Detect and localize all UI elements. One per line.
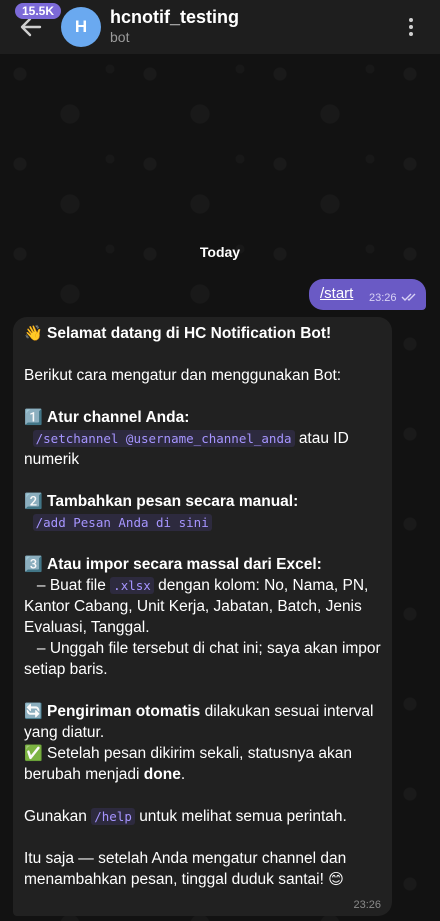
command-link[interactable]: /start xyxy=(320,285,353,302)
done-pre: Setelah pesan dikirim sekali, statusnya … xyxy=(24,745,352,783)
setchannel-command[interactable]: /setchannel @username_channel_anda xyxy=(32,430,295,447)
outro-text: Itu saja — setelah Anda mengatur channel… xyxy=(24,850,347,888)
add-command[interactable]: /add Pesan Anda di sini xyxy=(32,514,212,531)
check-icon: ✅ xyxy=(24,745,43,762)
message-body: 👋 Selamat datang di HC Notification Bot!… xyxy=(24,323,384,890)
bullet1-pre: – Buat file xyxy=(36,577,106,594)
smile-icon: 😊 xyxy=(328,871,344,888)
auto-send-title: Pengiriman otomatis xyxy=(47,703,201,720)
chat-subtitle: bot xyxy=(110,29,130,45)
help-post: untuk melihat semua perintah. xyxy=(139,808,347,825)
message-time: 23:26 xyxy=(353,899,381,911)
done-word: done xyxy=(143,766,181,783)
welcome-title: Selamat datang di HC Notification Bot! xyxy=(47,325,332,342)
keycap-three-icon: 3️⃣ xyxy=(24,556,43,573)
step3-title: Atau impor secara massal dari Excel: xyxy=(47,556,322,573)
bullet2-text: – Unggah file tersebut di chat ini; saya… xyxy=(24,640,381,678)
step1-title: Atur channel Anda: xyxy=(47,409,190,426)
incoming-message[interactable]: 👋 Selamat datang di HC Notification Bot!… xyxy=(13,317,392,916)
keycap-two-icon: 2️⃣ xyxy=(24,493,43,510)
chat-header: 15.5K H hcnotif_testing bot xyxy=(0,0,440,54)
message-time: 23:26 xyxy=(369,292,397,304)
unread-counter-badge: 15.5K xyxy=(15,3,62,19)
help-pre: Gunakan xyxy=(24,808,87,825)
done-post: . xyxy=(180,766,186,783)
refresh-icon: 🔄 xyxy=(24,703,43,720)
step2-title: Tambahkan pesan secara manual: xyxy=(47,493,299,510)
avatar[interactable]: H xyxy=(61,7,101,47)
keycap-one-icon: 1️⃣ xyxy=(24,409,43,426)
intro-text: Berikut cara mengatur dan menggunakan Bo… xyxy=(24,367,342,384)
wave-icon: 👋 xyxy=(24,325,43,342)
outgoing-message[interactable]: /start 23:26 xyxy=(309,279,426,310)
more-options-icon[interactable] xyxy=(401,15,421,39)
help-command[interactable]: /help xyxy=(91,808,135,825)
date-separator: Today xyxy=(199,244,241,260)
xlsx-code[interactable]: .xlsx xyxy=(110,577,154,594)
read-checkmarks-icon xyxy=(401,293,416,301)
chat-title[interactable]: hcnotif_testing xyxy=(110,7,239,28)
